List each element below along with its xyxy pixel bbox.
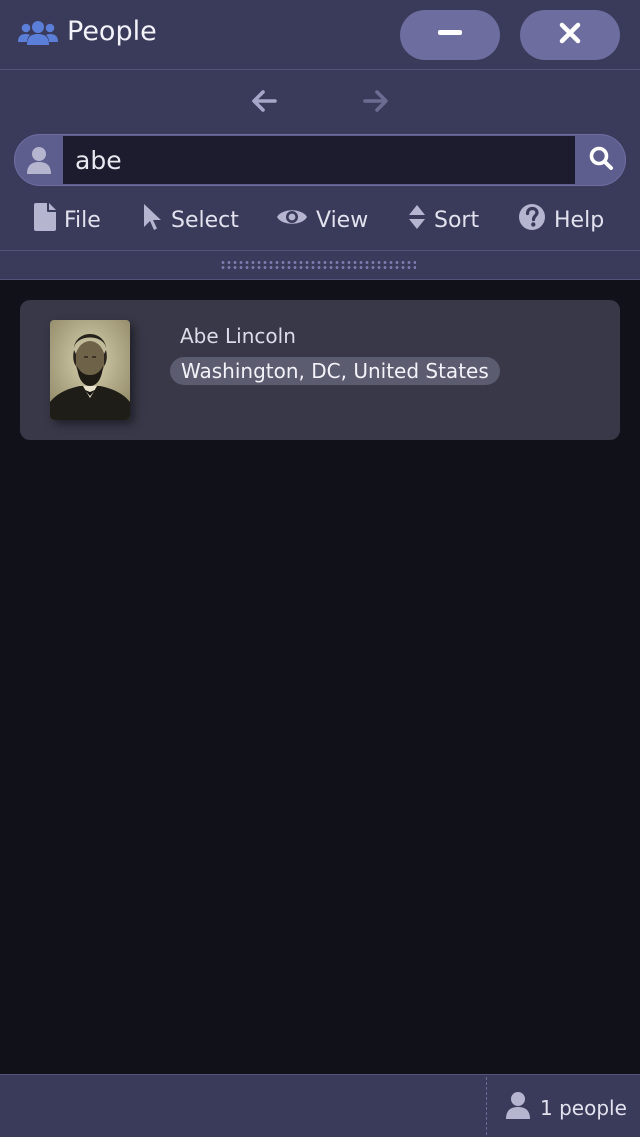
drag-grip-icon[interactable] — [220, 260, 416, 270]
status-bar: 1 people — [0, 1074, 640, 1137]
title-bar: People — [0, 0, 640, 70]
file-label: File — [64, 207, 101, 233]
sort-label: Sort — [434, 207, 480, 233]
location-tag[interactable]: Washington, DC, United States — [170, 357, 500, 385]
person-icon — [506, 1091, 530, 1124]
close-icon — [558, 21, 582, 49]
search-button[interactable] — [576, 134, 626, 186]
sort-icon — [408, 203, 426, 237]
view-menu-button[interactable]: View — [276, 198, 368, 242]
help-menu-button[interactable]: Help — [518, 198, 604, 242]
status-divider — [486, 1077, 487, 1135]
people-count-label: 1 people — [540, 1095, 627, 1120]
search-input[interactable] — [63, 136, 575, 184]
help-icon — [518, 203, 546, 237]
file-menu-button[interactable]: File — [34, 198, 101, 242]
sort-menu-button[interactable]: Sort — [408, 198, 479, 242]
arrow-right-icon[interactable] — [361, 86, 391, 116]
people-count: 1 people — [506, 1091, 627, 1124]
person-card[interactable]: Abe Lincoln Washington, DC, United State… — [20, 300, 620, 440]
person-portrait — [50, 320, 130, 420]
minus-icon — [437, 20, 463, 50]
view-label: View — [316, 207, 369, 233]
select-label: Select — [171, 207, 239, 233]
navigation-panel: File Select View Sort Help — [0, 70, 640, 250]
resize-splitter[interactable] — [0, 250, 640, 280]
select-menu-button[interactable]: Select — [143, 198, 239, 242]
eye-icon — [276, 206, 308, 234]
file-icon — [34, 203, 56, 237]
pointer-icon — [143, 203, 163, 237]
users-icon — [18, 18, 58, 48]
minimize-button[interactable] — [400, 10, 500, 60]
user-icon — [14, 134, 64, 186]
toolbar: File Select View Sort Help — [0, 198, 640, 242]
help-label: Help — [554, 207, 605, 233]
search-bar — [14, 134, 626, 186]
arrow-left-icon[interactable] — [249, 86, 279, 116]
person-name: Abe Lincoln — [180, 324, 296, 348]
search-icon — [588, 145, 614, 175]
close-button[interactable] — [520, 10, 620, 60]
window-title: People — [67, 16, 157, 47]
